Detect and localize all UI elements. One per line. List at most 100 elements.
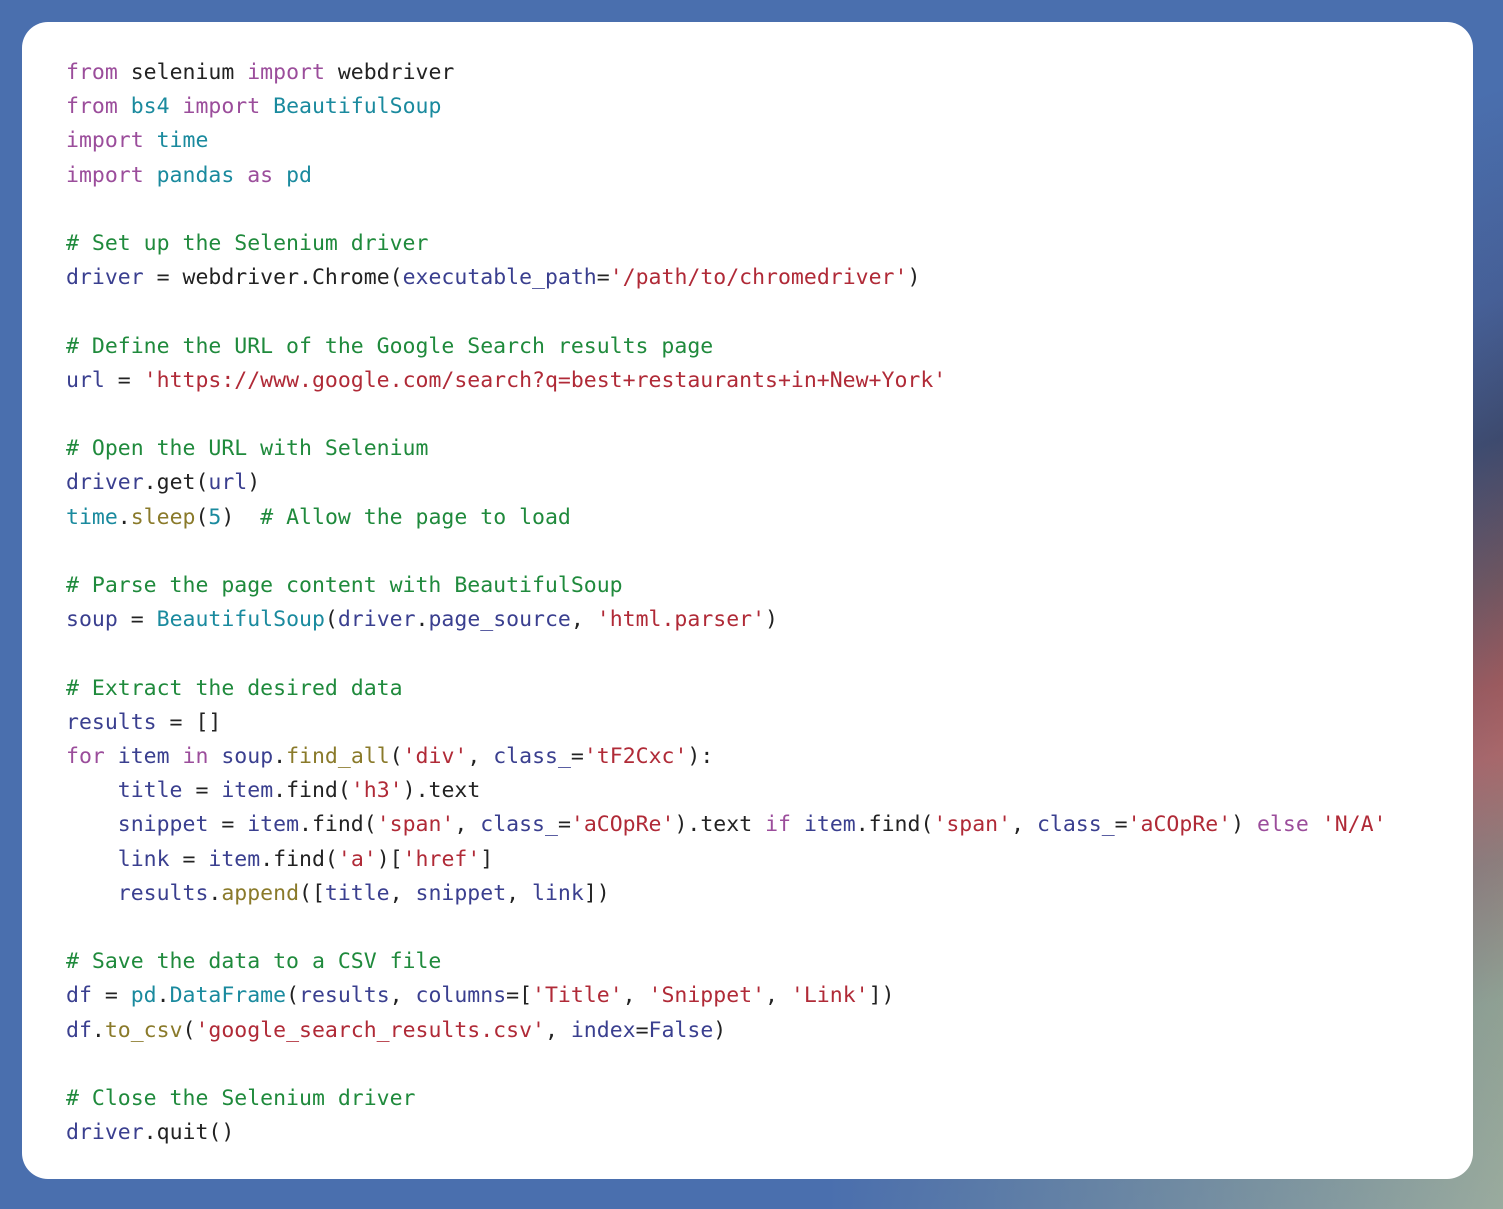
- code-token-pl: .: [299, 812, 312, 838]
- code-token-pl: (: [389, 265, 403, 291]
- code-token-cm: # Save the data to a CSV file: [66, 949, 442, 975]
- code-token-str: 'Title': [532, 983, 623, 1009]
- code-line: soup = BeautifulSoup(driver.page_source,…: [66, 607, 778, 632]
- code-token-kw: for: [66, 744, 118, 770]
- code-token-mod: time: [156, 128, 209, 154]
- code-token-cm: # Close the Selenium driver: [66, 1086, 416, 1112]
- code-token-pl: =: [117, 607, 157, 633]
- code-token-var: snippet: [117, 812, 209, 838]
- code-token-cm: # Set up the Selenium driver: [66, 231, 429, 257]
- code-token-var: soup: [66, 607, 118, 633]
- code-token-fn: sleep: [130, 504, 196, 530]
- code-token-pl: (: [363, 812, 377, 838]
- code-line: import time: [66, 128, 208, 153]
- code-line: driver.get(url): [66, 470, 260, 495]
- code-token-kwa: executable_path: [402, 265, 597, 291]
- code-token-var: title: [117, 778, 183, 804]
- code-token-kw: as: [247, 162, 287, 188]
- code-token-pl: .: [855, 812, 869, 838]
- code-token-mod: 5: [208, 504, 222, 530]
- page-background: from selenium import webdriver from bs4 …: [0, 0, 1503, 1209]
- code-token-kwa: index: [570, 1017, 636, 1043]
- code-token-cm: # Define the URL of the Google Search re…: [66, 333, 714, 359]
- code-token-str: 'div': [402, 744, 468, 770]
- code-token-pl: find: [311, 812, 364, 838]
- code-token-pl: (: [337, 778, 351, 804]
- code-token-pl: ,: [454, 812, 481, 838]
- code-token-pl: (: [324, 846, 338, 872]
- code-card: from selenium import webdriver from bs4 …: [22, 22, 1473, 1179]
- code-token-pl: =: [169, 846, 209, 872]
- code-line: from selenium import webdriver: [66, 60, 454, 85]
- code-token-pl: ,: [389, 880, 416, 906]
- code-token-str: 'href': [402, 846, 481, 872]
- code-token-pl: (: [286, 983, 300, 1009]
- code-token-mod: pandas: [156, 162, 248, 188]
- code-token-var: title: [324, 880, 390, 906]
- code-token-str: 'aCOpRe': [570, 812, 675, 838]
- code-line: import pandas as pd: [66, 163, 312, 188]
- code-token-pl: get: [156, 470, 196, 496]
- code-token-pl: ): [1231, 812, 1258, 838]
- code-line: df.to_csv('google_search_results.csv', i…: [66, 1018, 726, 1043]
- code-token-kwa: False: [648, 1017, 714, 1043]
- code-token-str: 'N/A': [1321, 812, 1387, 838]
- code-token-cm: # Open the URL with Selenium: [66, 436, 429, 462]
- code-token-pl: ): [907, 265, 921, 291]
- code-token-var: item: [117, 744, 170, 770]
- code-token-pl: ]): [583, 880, 610, 906]
- code-token-mod: DataFrame: [169, 983, 287, 1009]
- code-token-mod: bs4: [130, 94, 183, 120]
- code-token-pl: .: [156, 983, 170, 1009]
- code-token-pl: =: [1114, 812, 1128, 838]
- code-token-pl: =: [208, 812, 248, 838]
- code-token-mod: BeautifulSoup: [156, 607, 325, 633]
- code-token-var: df: [66, 1017, 92, 1043]
- code-line: driver.quit(): [66, 1120, 234, 1145]
- code-token-pl: ]): [868, 983, 895, 1009]
- code-token-cm: # Parse the page content with BeautifulS…: [66, 573, 623, 599]
- code-token-pl: =: [104, 367, 144, 393]
- code-token-var: results: [66, 709, 157, 735]
- code-token-pl: ,: [544, 1017, 571, 1043]
- code-token-pl: ): [765, 607, 778, 633]
- code-token-fn: to_csv: [104, 1017, 183, 1043]
- code-line: title = item.find('h3').text: [66, 778, 481, 804]
- code-token-pl: =[: [506, 983, 533, 1009]
- code-token-pl: ): [221, 504, 235, 530]
- code-token-pl: .: [117, 504, 131, 530]
- code-token-str: 'span': [933, 812, 1012, 838]
- code-token-kw: from: [66, 60, 131, 85]
- code-token-pl: selenium: [130, 60, 248, 85]
- code-token-pl: quit: [156, 1120, 209, 1146]
- code-token-pl: webdriver: [182, 265, 300, 291]
- code-token-str: 'a': [337, 846, 377, 872]
- code-token-var: item: [803, 812, 856, 838]
- code-token-mod: time: [66, 504, 118, 530]
- code-token-mod: pd: [130, 983, 157, 1009]
- code-token-var: url: [208, 470, 248, 496]
- code-token-pl: .: [415, 778, 429, 804]
- code-line: from bs4 import BeautifulSoup: [66, 94, 441, 119]
- code-token-pl: .: [415, 607, 429, 633]
- code-token-kw: from: [66, 94, 131, 120]
- code-line: # Define the URL of the Google Search re…: [66, 334, 713, 359]
- code-token-mod: pd: [286, 162, 312, 188]
- code-token-pl: find: [868, 812, 921, 838]
- code-token-var: driver: [66, 265, 144, 291]
- code-line: driver = webdriver.Chrome(executable_pat…: [66, 265, 920, 290]
- code-token-pl: ): [674, 812, 688, 838]
- code-token-pl: find: [273, 846, 325, 872]
- code-token-kwa: columns: [415, 983, 507, 1009]
- code-line: df = pd.DataFrame(results, columns=['Tit…: [66, 983, 894, 1008]
- code-token-pl: (): [208, 1120, 235, 1146]
- code-line: results = []: [66, 710, 221, 735]
- code-token-pl: .: [91, 1017, 105, 1043]
- code-token-pl: ,: [506, 880, 533, 906]
- code-token-pl: .: [687, 812, 701, 838]
- code-token-var: page_source: [428, 607, 571, 633]
